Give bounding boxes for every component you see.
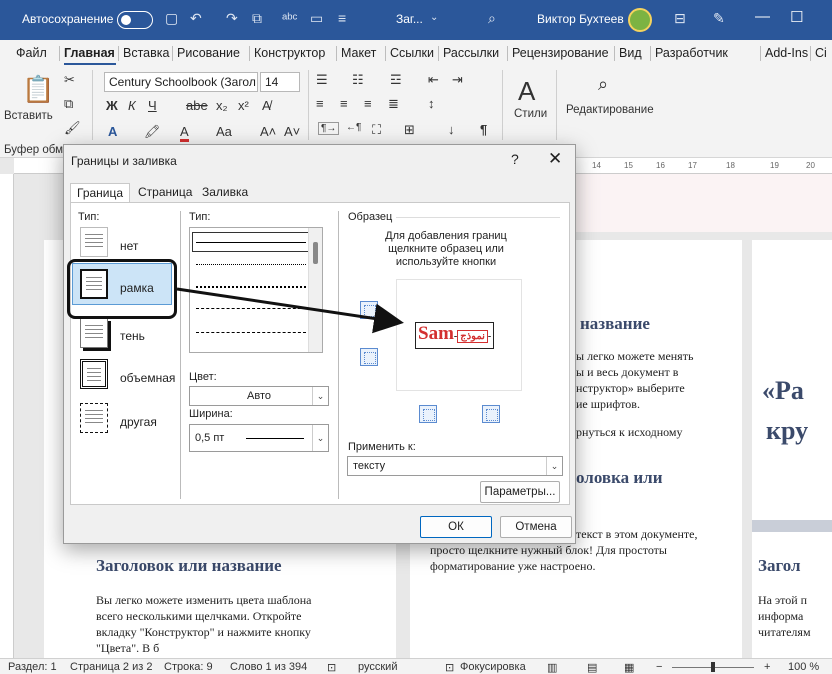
annotation-arrow <box>176 287 404 334</box>
